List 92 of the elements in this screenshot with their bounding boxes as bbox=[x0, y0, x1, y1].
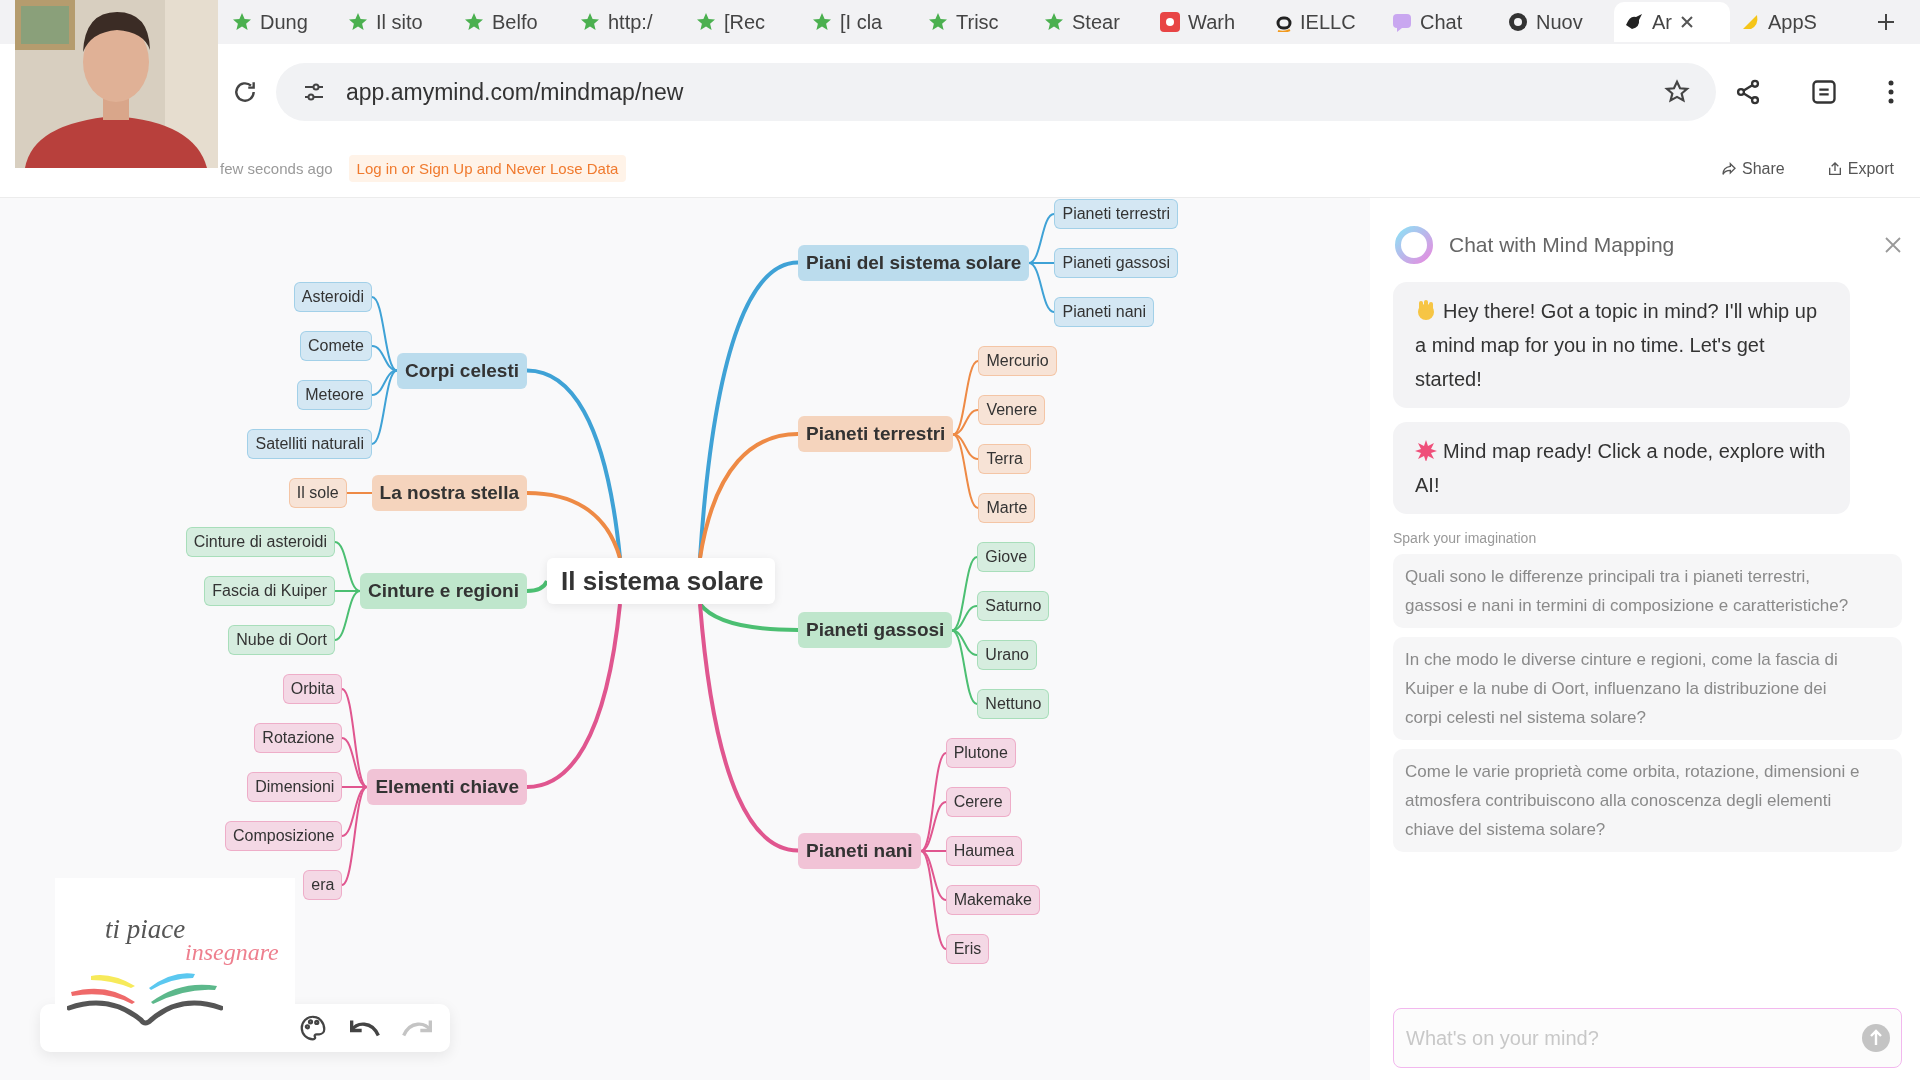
share-icon bbox=[1721, 160, 1738, 177]
site-icon bbox=[1508, 12, 1528, 32]
leaf-node[interactable]: era bbox=[303, 870, 343, 900]
browser-tab[interactable]: Nuov bbox=[1498, 2, 1614, 42]
browser-tab[interactable]: Dung bbox=[222, 2, 338, 42]
leaf-node[interactable]: Plutone bbox=[945, 737, 1016, 768]
star-icon bbox=[928, 12, 948, 32]
branch-node[interactable]: Corpi celesti bbox=[396, 352, 527, 389]
browser-tab[interactable]: Warh bbox=[1150, 2, 1266, 42]
export-button[interactable]: Export bbox=[1820, 158, 1900, 179]
leaf-node[interactable]: Cerere bbox=[945, 786, 1011, 817]
logo-text: ti piace bbox=[105, 914, 186, 945]
leaf-node[interactable]: Nube di Oort bbox=[228, 625, 336, 655]
browser-tab[interactable]: AppS bbox=[1730, 2, 1846, 42]
star-icon bbox=[232, 12, 252, 32]
browser-tab[interactable]: http:/ bbox=[570, 2, 686, 42]
site-icon bbox=[1160, 12, 1180, 32]
hand-icon bbox=[1415, 299, 1437, 321]
leaf-node[interactable]: Orbita bbox=[282, 674, 343, 704]
leaf-node[interactable]: Giove bbox=[977, 541, 1036, 572]
leaf-node[interactable]: Saturno bbox=[977, 590, 1050, 621]
bookmark-star-icon[interactable] bbox=[1664, 79, 1690, 105]
branch-node[interactable]: Piani del sistema solare bbox=[798, 244, 1030, 281]
export-icon bbox=[1826, 160, 1843, 177]
reload-icon[interactable] bbox=[232, 79, 258, 105]
browser-tab[interactable]: Trisc bbox=[918, 2, 1034, 42]
close-icon[interactable] bbox=[1680, 15, 1694, 29]
leaf-node[interactable]: Mercurio bbox=[978, 345, 1057, 376]
leaf-node[interactable]: Meteore bbox=[297, 380, 372, 410]
browser-tab[interactable]: IELLC bbox=[1266, 2, 1382, 42]
star-icon bbox=[812, 12, 832, 32]
leaf-node[interactable]: Fascia di Kuiper bbox=[204, 576, 336, 606]
star-icon bbox=[464, 12, 484, 32]
chat-title: Chat with Mind Mapping bbox=[1449, 233, 1676, 257]
leaf-node[interactable]: Composizione bbox=[225, 821, 343, 851]
share-icon[interactable] bbox=[1734, 78, 1762, 106]
branch-node[interactable]: Pianeti terrestri bbox=[798, 416, 954, 452]
browser-tab[interactable]: Chat bbox=[1382, 2, 1498, 42]
redo-icon bbox=[402, 1018, 432, 1038]
site-icon bbox=[1624, 13, 1644, 31]
leaf-node[interactable]: Venere bbox=[978, 394, 1046, 425]
leaf-node[interactable]: Asteroidi bbox=[293, 282, 372, 312]
branch-node[interactable]: Pianeti gassosi bbox=[798, 612, 953, 648]
undo-button[interactable] bbox=[350, 1018, 380, 1038]
browser-tab[interactable]: Il sito bbox=[338, 2, 454, 42]
browser-tab[interactable]: Ar bbox=[1614, 2, 1730, 42]
leaf-node[interactable]: Nettuno bbox=[977, 688, 1050, 719]
new-tab-icon[interactable] bbox=[1876, 12, 1896, 32]
star-icon bbox=[580, 12, 600, 32]
branch-node[interactable]: Pianeti nani bbox=[798, 832, 921, 869]
browser-tab[interactable]: Stear bbox=[1034, 2, 1150, 42]
leaf-node[interactable]: Comete bbox=[299, 331, 372, 361]
branch-node[interactable]: Cinture e regioni bbox=[360, 573, 527, 609]
browser-tab[interactable]: [Rec bbox=[686, 2, 802, 42]
leaf-node[interactable]: Satelliti naturali bbox=[247, 429, 372, 459]
leaf-node[interactable]: Il sole bbox=[288, 478, 347, 508]
leaf-node[interactable]: Urano bbox=[977, 639, 1037, 670]
leaf-node[interactable]: Rotazione bbox=[254, 723, 343, 753]
leaf-node[interactable]: Haumea bbox=[945, 835, 1023, 866]
branch-node[interactable]: La nostra stella bbox=[371, 475, 527, 511]
leaf-node[interactable]: Terra bbox=[978, 443, 1031, 474]
undo-icon bbox=[350, 1018, 380, 1038]
share-button[interactable]: Share bbox=[1715, 158, 1791, 179]
star-icon bbox=[348, 12, 368, 32]
branch-node[interactable]: Elementi chiave bbox=[367, 769, 527, 805]
star-icon bbox=[696, 12, 716, 32]
extension-icon[interactable] bbox=[1810, 78, 1838, 106]
leaf-node[interactable]: Pianeti gassosi bbox=[1054, 247, 1179, 278]
star-icon bbox=[1044, 12, 1064, 32]
leaf-node[interactable]: Makemake bbox=[945, 884, 1040, 915]
leaf-node[interactable]: Dimensioni bbox=[247, 772, 343, 802]
palette-icon bbox=[298, 1013, 328, 1043]
chat-message: Hey there! Got a topic in mind? I'll whip up a mind map for you in no time. Let's get started! bbox=[1393, 282, 1850, 408]
site-settings-icon[interactable] bbox=[302, 81, 326, 103]
leaf-node[interactable]: Marte bbox=[978, 492, 1036, 523]
leaf-node[interactable]: Pianeti nani bbox=[1054, 296, 1155, 327]
palette-button[interactable] bbox=[298, 1013, 328, 1043]
suggestions-label: Spark your imagination bbox=[1393, 530, 1538, 546]
burst-icon bbox=[1415, 439, 1437, 461]
browser-tab[interactable]: Belfo bbox=[454, 2, 570, 42]
leaf-node[interactable]: Pianeti terrestri bbox=[1054, 198, 1179, 229]
chat-icon bbox=[1392, 12, 1412, 32]
leaf-node[interactable]: Eris bbox=[945, 933, 990, 964]
browser-tab[interactable]: [I cla bbox=[802, 2, 918, 42]
save-status: few seconds ago bbox=[220, 160, 333, 177]
chat-message: Mind map ready! Click a node, explore with AI! bbox=[1393, 422, 1850, 514]
leaf-node[interactable]: Cinture di asteroidi bbox=[185, 527, 336, 557]
leaf-connectors bbox=[346, 491, 372, 495]
assistant-ring-icon bbox=[1393, 224, 1435, 266]
logo-text: insegnare bbox=[185, 939, 279, 966]
root-node[interactable]: Il sistema solare bbox=[547, 558, 775, 604]
menu-icon[interactable] bbox=[1886, 79, 1896, 105]
